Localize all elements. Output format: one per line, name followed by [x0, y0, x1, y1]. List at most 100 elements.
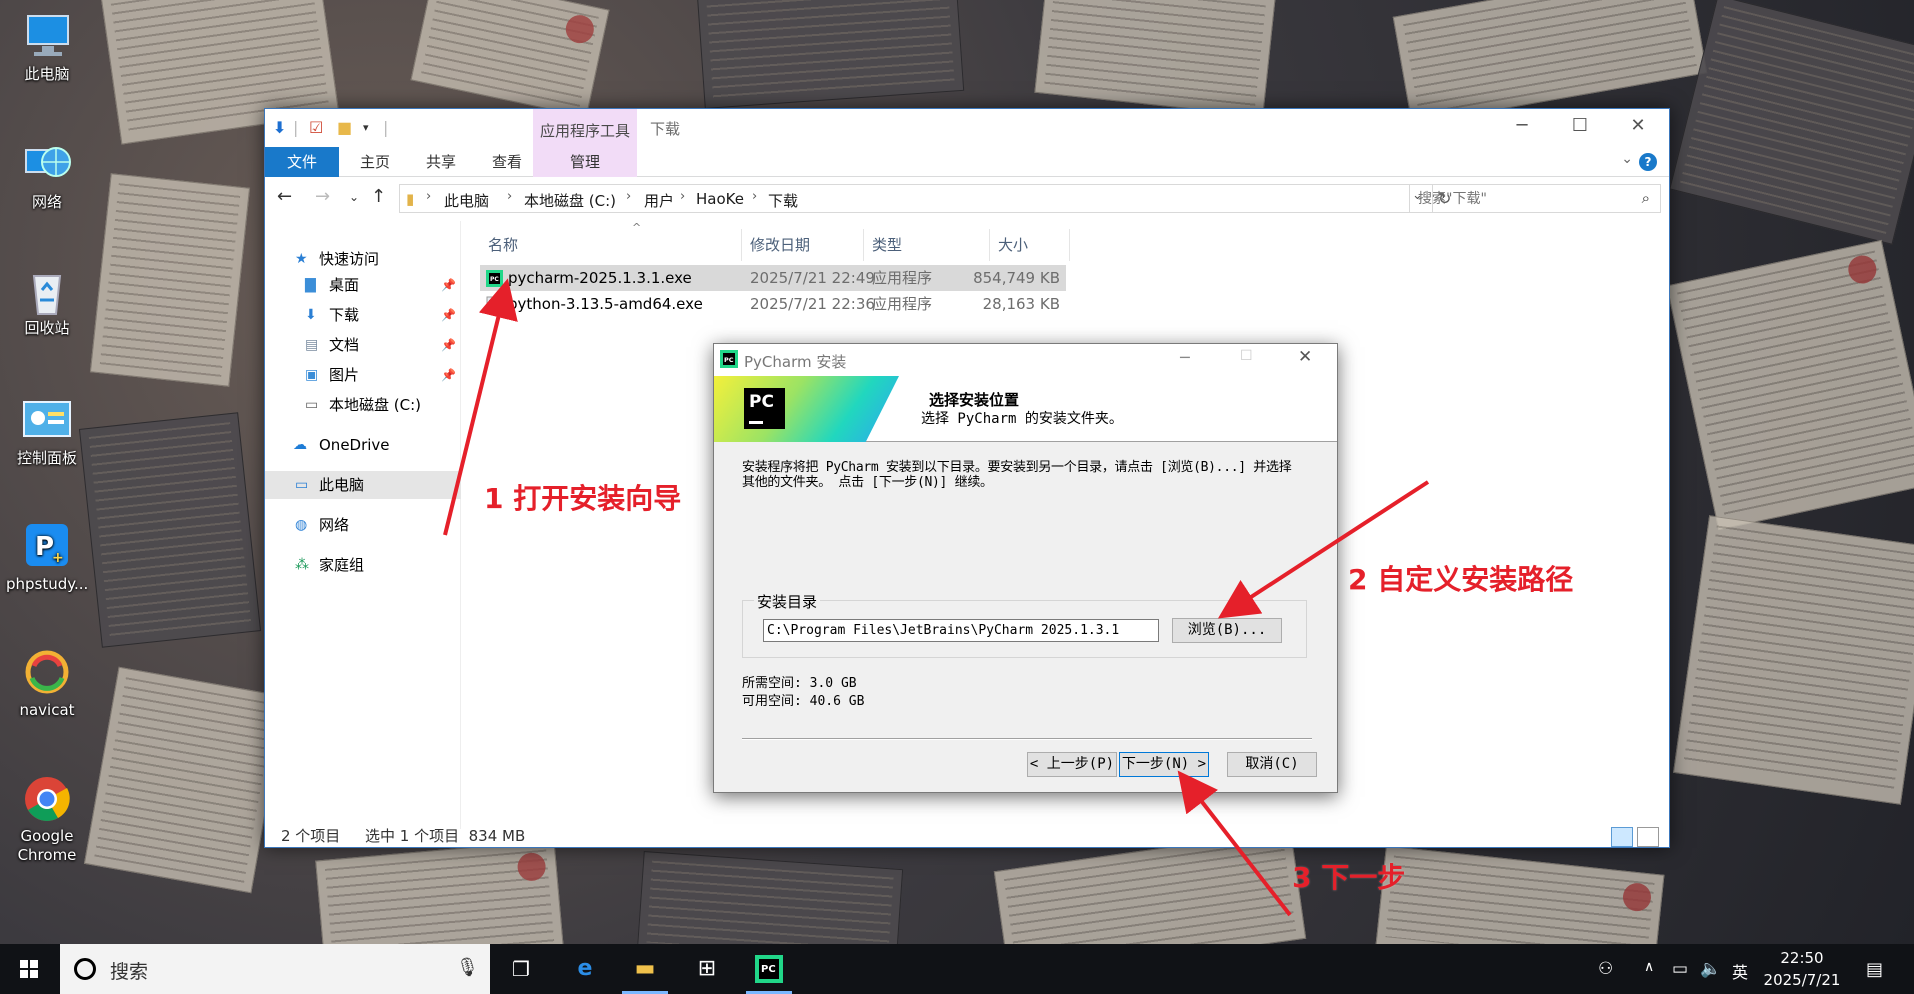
pycharm-icon[interactable]: PC [740, 944, 798, 994]
column-header-modified[interactable]: 修改日期 [742, 229, 864, 261]
up-arrow-icon[interactable]: ↑ [371, 187, 386, 207]
taskbar-search-text: 搜索 [110, 961, 149, 983]
large-icons-view-icon[interactable] [1637, 827, 1659, 847]
input-method-indicator[interactable]: 英 [1732, 959, 1748, 983]
forward-arrow-icon[interactable]: → [315, 187, 330, 207]
chevron-right-icon[interactable]: › [626, 189, 631, 204]
breadcrumb-item[interactable]: HaoKe [696, 190, 744, 208]
download-arrow-icon[interactable]: ⬇ [273, 119, 286, 137]
desktop-icon-this-pc[interactable]: 此电脑 [6, 12, 88, 84]
pin-icon: 📌 [441, 278, 456, 292]
task-view-icon[interactable]: ❐ [492, 944, 550, 994]
chevron-right-icon[interactable]: › [426, 189, 431, 204]
nav-quick-access[interactable]: ★ 快速访问 [265, 245, 461, 273]
status-bar: 2 个项目 选中 1 个项目 834 MB [265, 823, 1669, 849]
minimize-button[interactable]: ─ [1493, 109, 1551, 145]
back-button[interactable]: < 上一步(P) [1027, 752, 1117, 777]
windows-start-icon[interactable] [0, 944, 58, 994]
tab-manage[interactable]: 管理 [533, 147, 637, 177]
navigation-bar: ← → ⌄ ↑ ▮ › 此电脑 › 本地磁盘 (C:) › 用户 › HaoKe… [265, 177, 1669, 221]
breadcrumb-item[interactable]: 用户 [644, 190, 674, 211]
search-icon[interactable]: ⌕ [1642, 189, 1650, 207]
search-input[interactable] [1410, 185, 1620, 212]
nav-homegroup[interactable]: ⁂ 家庭组 [265, 551, 461, 579]
file-explorer-icon[interactable]: ▬ [616, 944, 674, 994]
network-status-icon[interactable]: ▭ [1672, 959, 1688, 979]
desktop-icon-network[interactable]: 网络 [6, 140, 88, 212]
svg-text:+: + [52, 550, 64, 566]
nav-this-pc[interactable]: ▭ 此电脑 [265, 471, 461, 499]
file-row[interactable]: PC pycharm-2025.1.3.1.exe 2025/7/21 22:4… [480, 265, 1066, 291]
microphone-icon[interactable]: 🎙 [456, 957, 479, 978]
show-hidden-icons-chevron-icon[interactable]: ∧ [1644, 959, 1654, 975]
svg-text:PC: PC [490, 276, 499, 283]
chevron-right-icon[interactable]: › [752, 189, 757, 204]
nav-label: 网络 [319, 516, 350, 534]
cortana-icon [74, 958, 96, 980]
breadcrumb-item[interactable]: 此电脑 [444, 190, 489, 211]
address-bar[interactable]: ▮ › 此电脑 › 本地磁盘 (C:) › 用户 › HaoKe › 下载 ⌄ [399, 184, 1433, 213]
file-name: pycharm-2025.1.3.1.exe [508, 269, 692, 287]
window-title: 下载 [650, 120, 681, 138]
nav-local-disk[interactable]: ▭ 本地磁盘 (C:) [265, 391, 461, 419]
tab-share[interactable]: 共享 [411, 147, 471, 177]
taskbar-search-box[interactable]: 搜索 🎙 [60, 944, 490, 994]
cancel-button[interactable]: 取消(C) [1227, 752, 1317, 777]
computer-icon: ▭ [295, 477, 309, 493]
nav-network[interactable]: ◍ 网络 [265, 511, 461, 539]
svg-text:PC: PC [724, 356, 734, 364]
desktop-icon-phpstudy[interactable]: P + phpstudy... [6, 522, 88, 594]
pycharm-installer-dialog[interactable]: PC PyCharm 安装 ─ ☐ ✕ PC 选择安装位置 选择 PyCharm… [713, 343, 1338, 793]
tab-file[interactable]: 文件 [265, 147, 339, 177]
close-button[interactable]: ✕ [1298, 347, 1312, 367]
divider [742, 738, 1312, 740]
file-modified: 2025/7/21 22:49 [750, 269, 875, 287]
desktop-icon-recycle-bin[interactable]: 回收站 [6, 266, 88, 338]
chevron-right-icon[interactable]: › [507, 189, 512, 204]
minimize-button[interactable]: ─ [1180, 348, 1190, 367]
chevron-down-icon[interactable]: ⌄ [1621, 151, 1633, 167]
search-box[interactable]: ⌕ [1409, 184, 1661, 213]
column-header-size[interactable]: 大小 [990, 229, 1070, 261]
next-button[interactable]: 下一步(N) > [1119, 752, 1209, 777]
maximize-button[interactable]: ☐ [1551, 109, 1609, 145]
nav-documents[interactable]: ▤ 文档 📌 [265, 331, 461, 359]
details-view-icon[interactable] [1611, 827, 1633, 847]
back-arrow-icon[interactable]: ← [277, 187, 292, 207]
breadcrumb-item[interactable]: 下载 [768, 190, 798, 211]
notification-center-icon[interactable]: ▤ [1866, 959, 1883, 980]
new-folder-icon[interactable]: ■ [337, 119, 352, 137]
tab-view[interactable]: 查看 [477, 147, 537, 177]
recent-locations-chevron-icon[interactable]: ⌄ [349, 187, 359, 207]
volume-icon[interactable]: 🔈 [1700, 959, 1721, 979]
people-icon[interactable]: ⚇ [1598, 959, 1613, 979]
nav-onedrive[interactable]: ☁ OneDrive [265, 431, 461, 459]
breadcrumb-item[interactable]: 本地磁盘 (C:) [524, 190, 616, 211]
install-path-input[interactable]: C:\Program Files\JetBrains\PyCharm 2025.… [763, 619, 1159, 642]
installer-description: 安装程序将把 PyCharm 安装到以下目录。要安装到另一个目录，请点击 [浏览… [742, 460, 1292, 490]
edge-icon[interactable]: e [556, 944, 614, 994]
nav-pictures[interactable]: ▣ 图片 📌 [265, 361, 461, 389]
chevron-right-icon[interactable]: › [680, 189, 685, 204]
browse-button[interactable]: 浏览(B)... [1172, 618, 1282, 643]
taskbar-clock[interactable]: 22:50 2025/7/21 [1756, 947, 1848, 991]
nav-downloads[interactable]: ⬇ 下载 📌 [265, 301, 461, 329]
help-icon[interactable]: ? [1639, 153, 1657, 171]
properties-icon[interactable]: ☑ [309, 119, 323, 137]
desktop-icon-chrome[interactable]: Google Chrome [6, 774, 88, 865]
column-header-type[interactable]: 类型 [864, 229, 990, 261]
column-header-name[interactable]: 名称 [480, 229, 742, 261]
close-button[interactable]: ✕ [1609, 109, 1667, 145]
wallpaper-paper [410, 0, 610, 118]
customize-dropdown-icon[interactable]: ▾ [363, 119, 369, 137]
nav-desktop[interactable]: ▇ 桌面 📌 [265, 271, 461, 299]
tab-home[interactable]: 主页 [345, 147, 405, 177]
file-row[interactable]: python-3.13.5-amd64.exe 2025/7/21 22:36 … [480, 291, 1066, 317]
pictures-folder-icon: ▣ [305, 367, 319, 383]
store-icon[interactable]: ⊞ [678, 944, 736, 994]
desktop-icon-label: 此电脑 [24, 65, 70, 83]
drive-icon: ▭ [305, 397, 319, 413]
space-available: 可用空间: 40.6 GB [742, 694, 865, 709]
desktop-icon-navicat[interactable]: navicat [6, 648, 88, 720]
desktop-icon-control-panel[interactable]: 控制面板 [6, 396, 88, 468]
